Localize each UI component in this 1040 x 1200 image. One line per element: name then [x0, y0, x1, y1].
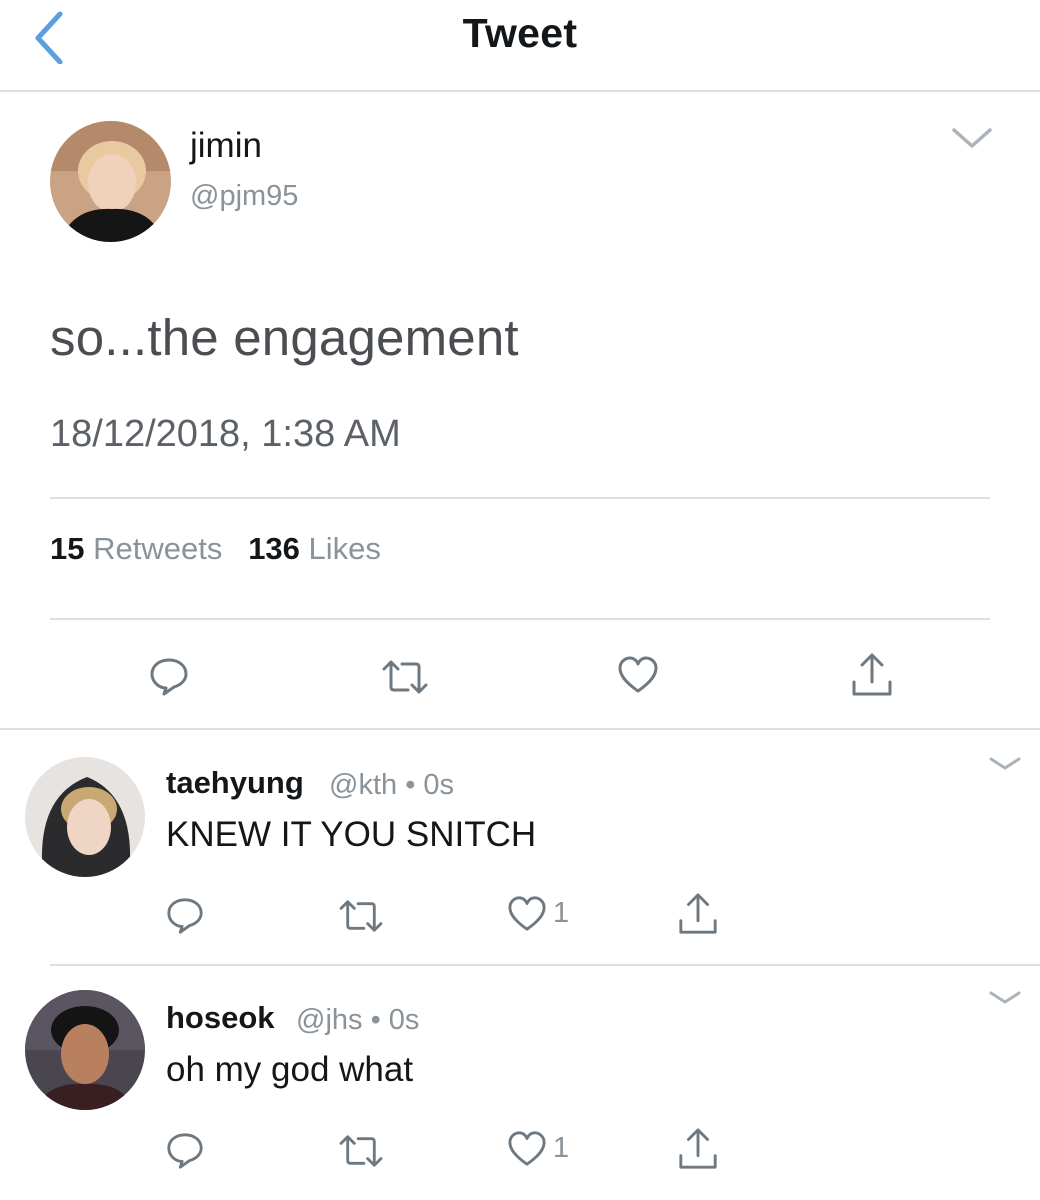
meta-separator: • [405, 769, 416, 801]
reply-time: 0s [423, 769, 455, 801]
reply-text: KNEW IT YOU SNITCH [166, 815, 537, 854]
heart-icon [618, 656, 658, 693]
reply-handle[interactable]: @jhs [296, 1004, 363, 1036]
chevron-down-icon [989, 757, 1021, 770]
retweet-button[interactable] [337, 897, 385, 935]
tweet-stats: 15 Retweets 136 Likes [50, 531, 381, 567]
tweet-timestamp: 18/12/2018, 1:38 AM [50, 413, 401, 455]
heart-icon [508, 896, 546, 931]
retweet-button[interactable] [337, 1132, 385, 1170]
like-count: 1 [553, 1132, 570, 1164]
avatar-hoseok[interactable] [25, 990, 145, 1110]
reply-meta: @jhs • 0s [296, 1004, 419, 1037]
reply-icon [150, 658, 188, 696]
header-divider [0, 90, 1040, 92]
tweet-options-button[interactable] [950, 122, 994, 156]
reply-button[interactable] [165, 895, 205, 935]
chevron-down-icon [952, 128, 992, 148]
heart-icon [508, 1131, 546, 1166]
retweets-count: 15 [50, 531, 85, 566]
share-button[interactable] [850, 652, 894, 698]
reply-options-button[interactable] [987, 752, 1023, 774]
reply-button[interactable] [165, 1130, 205, 1170]
reply-time: 0s [388, 1004, 420, 1036]
retweet-icon [339, 1135, 383, 1167]
reply-button[interactable] [148, 655, 190, 697]
share-icon [679, 893, 717, 934]
retweets-label: Retweets [93, 531, 223, 566]
retweets-stat[interactable]: 15 Retweets [50, 531, 222, 566]
tweet-text: so...the engagement [50, 309, 519, 366]
divider [50, 618, 990, 620]
like-button[interactable] [617, 655, 659, 695]
reply-icon [167, 1133, 203, 1169]
share-button[interactable] [677, 892, 719, 936]
divider [50, 497, 990, 499]
share-icon [852, 653, 892, 696]
likes-count: 136 [248, 531, 300, 566]
divider [0, 728, 1040, 730]
reply-author-name[interactable]: taehyung [166, 765, 304, 801]
share-button[interactable] [677, 1127, 719, 1171]
meta-separator: • [370, 1004, 381, 1036]
avatar-jimin[interactable] [50, 121, 171, 242]
reply-handle[interactable]: @kth [329, 769, 397, 801]
chevron-down-icon [989, 991, 1021, 1004]
reply-author-name[interactable]: hoseok [166, 1000, 275, 1036]
retweet-icon [382, 660, 428, 694]
divider [50, 964, 1040, 966]
like-count: 1 [553, 897, 570, 929]
likes-stat[interactable]: 136 Likes [248, 531, 381, 566]
reply-text: oh my god what [166, 1050, 414, 1089]
like-button[interactable] [507, 895, 547, 933]
share-icon [679, 1128, 717, 1169]
retweet-button[interactable] [380, 657, 430, 697]
retweet-icon [339, 900, 383, 932]
page-title: Tweet [462, 10, 578, 56]
like-button[interactable] [507, 1130, 547, 1168]
author-handle[interactable]: @pjm95 [190, 180, 298, 213]
author-name[interactable]: jimin [190, 126, 262, 166]
reply-icon [167, 898, 203, 934]
avatar-taehyung[interactable] [25, 757, 145, 877]
reply-options-button[interactable] [987, 986, 1023, 1008]
likes-label: Likes [308, 531, 381, 566]
reply-meta: @kth • 0s [329, 769, 454, 802]
